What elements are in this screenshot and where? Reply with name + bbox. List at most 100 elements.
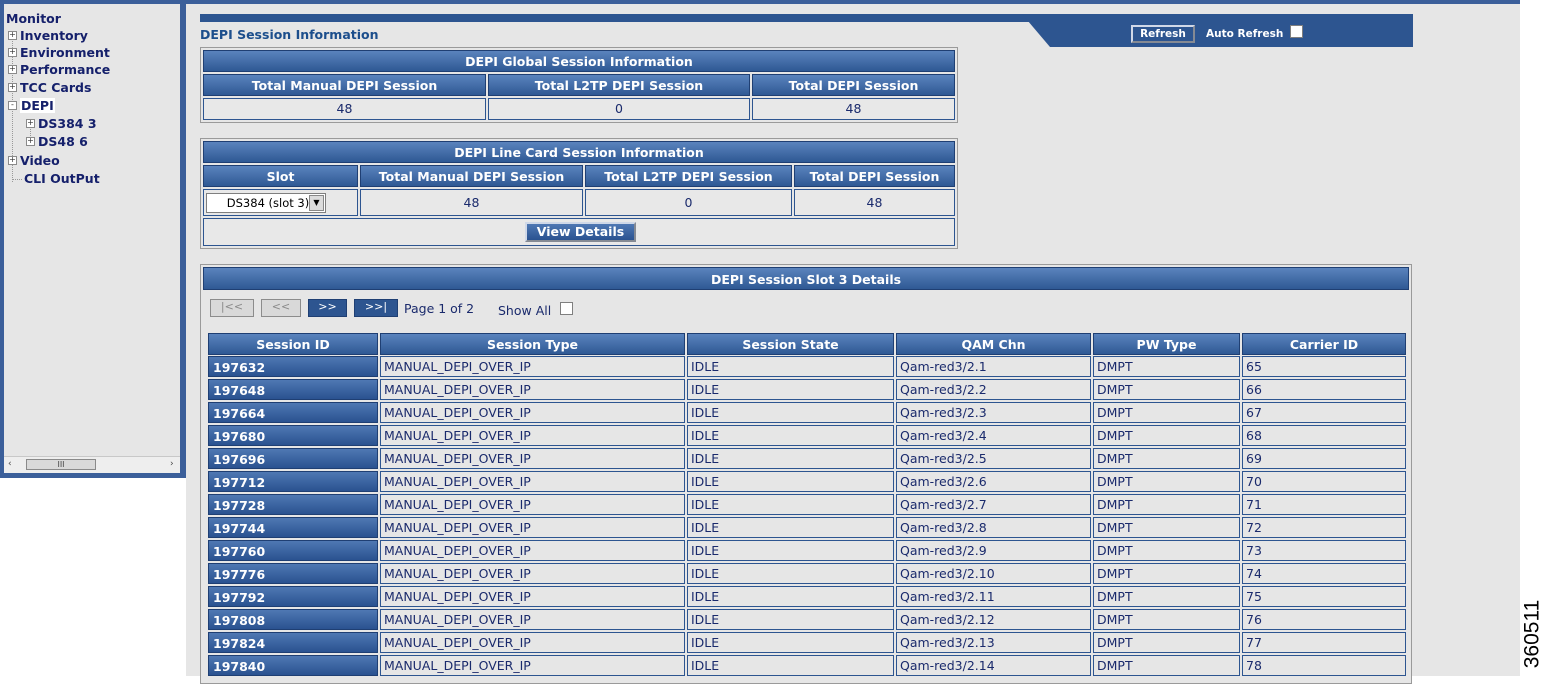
tree-item-inventory[interactable]: + Inventory [8,28,88,44]
table-cell: IDLE [687,425,894,446]
table-cell: Qam-red3/2.7 [896,494,1091,515]
table-cell: 65 [1242,356,1406,377]
tree-item-tcc-cards[interactable]: + TCC Cards [8,80,91,96]
view-details-button[interactable]: View Details [525,222,636,242]
tree-item-video[interactable]: + Video [8,153,60,169]
linecard-col-manual: Total Manual DEPI Session [360,165,583,187]
column-header: Carrier ID [1242,333,1406,355]
tree-item-cli-output[interactable]: CLI OutPut [24,171,100,187]
tree-item-label: CLI OutPut [24,171,100,186]
linecard-session-title: DEPI Line Card Session Information [203,141,955,163]
expand-icon[interactable]: + [26,119,35,128]
tree-horizontal-scrollbar[interactable]: ‹ III › [4,456,180,473]
column-header: PW Type [1093,333,1240,355]
table-cell: IDLE [687,517,894,538]
table-cell: IDLE [687,494,894,515]
table-cell: IDLE [687,448,894,469]
collapse-icon[interactable]: - [8,101,17,110]
table-cell: 76 [1242,609,1406,630]
table-cell: 71 [1242,494,1406,515]
tree-item-label: DS48 6 [38,134,88,149]
expand-icon[interactable]: + [8,48,17,57]
table-cell: IDLE [687,632,894,653]
session-details-panel: DEPI Session Slot 3 Details |<< << >> >>… [200,264,1412,684]
next-page-button[interactable]: >> [308,299,347,317]
expand-icon[interactable]: + [8,156,17,165]
table-cell: Qam-red3/2.13 [896,632,1091,653]
table-cell: DMPT [1093,471,1240,492]
tree-item-label: Performance [20,62,111,77]
global-col-total: Total DEPI Session [752,74,955,96]
table-cell: 68 [1242,425,1406,446]
expand-icon[interactable]: + [8,31,17,40]
table-cell: Qam-red3/2.2 [896,379,1091,400]
table-cell: MANUAL_DEPI_OVER_IP [380,448,685,469]
table-cell: MANUAL_DEPI_OVER_IP [380,540,685,561]
table-cell: 66 [1242,379,1406,400]
table-cell: MANUAL_DEPI_OVER_IP [380,517,685,538]
table-cell: MANUAL_DEPI_OVER_IP [380,609,685,630]
global-session-title: DEPI Global Session Information [203,50,955,72]
table-cell: Qam-red3/2.1 [896,356,1091,377]
session-id-cell: 197680 [208,425,378,446]
last-page-button[interactable]: >>| [354,299,398,317]
tree-item-performance[interactable]: + Performance [8,62,110,78]
column-header: Session Type [380,333,685,355]
linecard-session-panel: DEPI Line Card Session Information Slot … [200,138,958,249]
table-cell: 73 [1242,540,1406,561]
scroll-left-arrow-icon[interactable]: ‹ [8,459,12,469]
scroll-thumb[interactable]: III [26,459,96,470]
table-cell: 77 [1242,632,1406,653]
table-cell: Qam-red3/2.11 [896,586,1091,607]
tree-item-ds384-3[interactable]: + DS384 3 [26,116,97,132]
first-page-button[interactable]: |<< [210,299,254,317]
table-cell: Qam-red3/2.12 [896,609,1091,630]
tree-item-environment[interactable]: + Environment [8,45,110,61]
expand-icon[interactable]: + [8,83,17,92]
tree-root-monitor[interactable]: Monitor [6,11,61,27]
tree-item-ds48-6[interactable]: + DS48 6 [26,134,88,150]
session-id-cell: 197808 [208,609,378,630]
navigation-tree-panel: Monitor + Inventory + Environment + Perform… [0,0,186,478]
table-cell: IDLE [687,609,894,630]
table-cell: DMPT [1093,379,1240,400]
tree-item-depi[interactable]: - DEPI [8,98,55,114]
table-cell: IDLE [687,471,894,492]
table-cell: Qam-red3/2.14 [896,655,1091,676]
auto-refresh-checkbox[interactable] [1290,25,1303,38]
table-cell: Qam-red3/2.5 [896,448,1091,469]
column-header: QAM Chn [896,333,1091,355]
session-id-cell: 197728 [208,494,378,515]
table-cell: IDLE [687,586,894,607]
linecard-l2tp-value: 0 [585,189,792,216]
table-cell: 70 [1242,471,1406,492]
scroll-right-arrow-icon[interactable]: › [170,459,174,469]
slot-select-value: DS384 (slot 3) [226,196,310,210]
session-details-title: DEPI Session Slot 3 Details [203,267,1409,290]
session-id-cell: 197760 [208,540,378,561]
table-cell: IDLE [687,563,894,584]
table-cell: DMPT [1093,563,1240,584]
expand-icon[interactable]: + [8,65,17,74]
tree-root-label: Monitor [6,11,61,26]
linecard-total-value: 48 [794,189,955,216]
table-cell: IDLE [687,540,894,561]
global-manual-value: 48 [203,98,486,120]
table-cell: Qam-red3/2.6 [896,471,1091,492]
slot-select[interactable]: DS384 (slot 3) ▼ [206,193,326,213]
table-cell: IDLE [687,655,894,676]
global-total-value: 48 [752,98,955,120]
dropdown-arrow-icon[interactable]: ▼ [309,195,324,211]
global-col-l2tp: Total L2TP DEPI Session [488,74,750,96]
table-cell: IDLE [687,379,894,400]
table-cell: MANUAL_DEPI_OVER_IP [380,632,685,653]
tree-item-label: DS384 3 [38,116,97,131]
refresh-button[interactable]: Refresh [1131,25,1195,43]
session-id-cell: 197712 [208,471,378,492]
show-all-checkbox[interactable] [560,302,573,315]
expand-icon[interactable]: + [26,137,35,146]
table-cell: 78 [1242,655,1406,676]
prev-page-button[interactable]: << [261,299,301,317]
table-cell: DMPT [1093,540,1240,561]
tree-item-label: Environment [20,45,110,60]
